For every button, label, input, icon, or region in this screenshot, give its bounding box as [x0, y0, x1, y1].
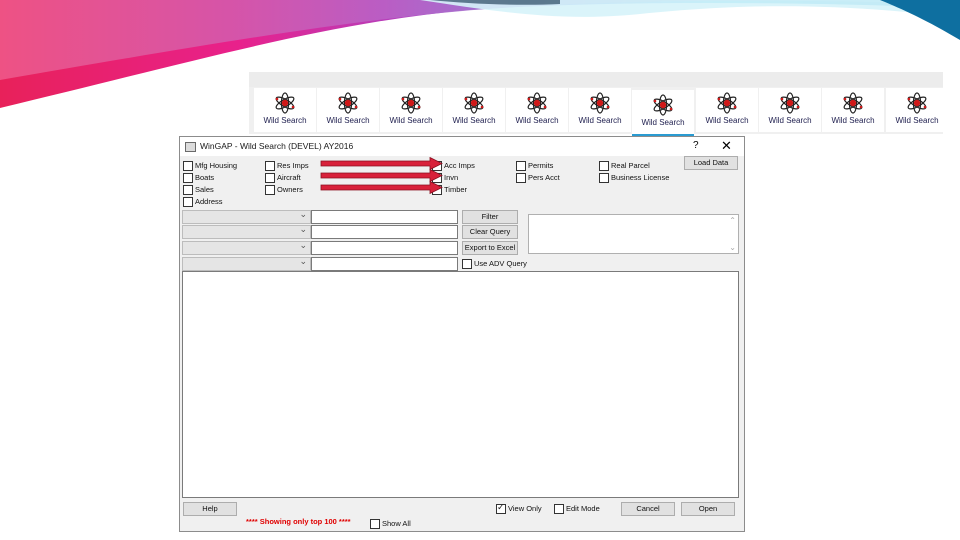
arrow-to-timber — [320, 180, 443, 195]
window-title: WinGAP - Wild Search (DEVEL) AY2016 — [200, 141, 354, 151]
arrow-to-acc-imps — [320, 157, 443, 171]
atom-icon — [527, 92, 547, 114]
field-select-2[interactable]: ⌄ — [182, 224, 311, 239]
wild-search-tab[interactable]: Wild Search — [506, 88, 568, 132]
chevron-down-icon: ⌄ — [299, 224, 307, 234]
atom-icon — [717, 92, 737, 114]
checkbox-label: Acc Imps — [444, 161, 475, 170]
checkbox-label: Aircraft — [277, 173, 301, 182]
wild-search-tab[interactable]: Wild Search — [317, 88, 379, 132]
checkbox-label: Res Imps — [277, 161, 309, 170]
wild-search-tab[interactable]: Wild Search — [632, 90, 694, 136]
load-data-button[interactable]: Load Data — [684, 156, 738, 170]
wild-search-tab[interactable]: Wild Search — [759, 88, 821, 132]
cancel-button[interactable]: Cancel — [621, 502, 675, 516]
checkbox-label: Address — [195, 197, 223, 206]
filter-button[interactable]: Filter — [462, 210, 518, 224]
tab-label: Wild Search — [768, 116, 812, 125]
wild-search-tab[interactable]: Wild Search — [696, 88, 758, 132]
tab-label: Wild Search — [895, 116, 939, 125]
query-input-4[interactable] — [311, 257, 458, 271]
query-input-1[interactable] — [311, 210, 458, 224]
scroll-up-icon[interactable]: ⌃ — [729, 216, 736, 225]
tab-label: Wild Search — [515, 116, 559, 125]
atom-icon — [401, 92, 421, 114]
atom-icon — [907, 92, 927, 114]
wild-search-tab[interactable]: Wild Search — [822, 88, 884, 132]
app-icon — [185, 142, 196, 152]
checkbox-label: View Only — [508, 504, 542, 513]
atom-icon — [843, 92, 863, 114]
close-icon[interactable]: ✕ — [721, 138, 732, 154]
wild-search-tab[interactable]: Wild Search — [380, 88, 442, 132]
checkbox-label: Mfg Housing — [195, 161, 238, 170]
tab-label: Wild Search — [578, 116, 622, 125]
tab-label: Wild Search — [263, 116, 307, 125]
atom-icon — [590, 92, 610, 114]
wild-search-dialog: WinGAP - Wild Search (DEVEL) AY2016 ? ✕ … — [179, 136, 745, 532]
atom-icon — [653, 94, 673, 116]
checkbox-label: Real Parcel — [611, 161, 650, 170]
checkbox-label: Timber — [444, 185, 468, 194]
query-input-2[interactable] — [311, 225, 458, 239]
help-icon[interactable]: ? — [693, 140, 699, 151]
tab-label: Wild Search — [831, 116, 875, 125]
tab-label: Wild Search — [705, 116, 749, 125]
annotation-arrows — [320, 157, 443, 195]
export-to-excel-button[interactable]: Export to Excel — [462, 241, 518, 255]
checkbox-label: Owners — [277, 185, 303, 194]
checkbox-label: Sales — [195, 185, 214, 194]
clear-query-button[interactable]: Clear Query — [462, 225, 518, 239]
wild-search-tab-strip: Wild Search Wild Search Wild Search Wild Se… — [249, 72, 948, 136]
wild-search-tab[interactable]: Wild Search — [254, 88, 316, 132]
atom-icon — [338, 92, 358, 114]
chevron-down-icon: ⌄ — [299, 256, 307, 266]
wild-search-tab[interactable]: Wild Search — [443, 88, 505, 132]
atom-icon — [275, 92, 295, 114]
checkbox-label: Edit Mode — [566, 504, 600, 513]
checkbox-label: Use ADV Query — [474, 259, 527, 268]
atom-icon — [780, 92, 800, 114]
checkbox-label: Boats — [195, 173, 215, 182]
field-select-1[interactable]: ⌄ — [182, 209, 311, 224]
chevron-down-icon: ⌄ — [299, 209, 307, 219]
tab-strip-header — [249, 72, 943, 87]
wild-search-tab[interactable]: Wild Search — [569, 88, 631, 132]
tab-label: Wild Search — [326, 116, 370, 125]
status-message: **** Showing only top 100 **** — [246, 517, 351, 526]
chevron-down-icon: ⌄ — [299, 240, 307, 250]
help-button[interactable]: Help — [183, 502, 237, 516]
query-input-3[interactable] — [311, 241, 458, 255]
query-text-area[interactable]: ⌃ ⌄ — [528, 214, 739, 254]
checkmark-icon — [496, 502, 506, 514]
results-grid[interactable] — [182, 271, 739, 498]
arrow-to-invn — [320, 168, 443, 183]
tab-label: Wild Search — [641, 118, 685, 127]
checkbox-label: Pers Acct — [528, 173, 560, 182]
checkbox-label: Invn — [444, 173, 459, 182]
checkbox-label: Business License — [611, 173, 670, 182]
scroll-down-icon[interactable]: ⌄ — [729, 243, 736, 252]
title-bar: WinGAP - Wild Search (DEVEL) AY2016 ? ✕ — [180, 137, 744, 156]
wild-search-tab[interactable]: Wild Search — [886, 88, 948, 132]
checkbox-label: Show All — [382, 519, 411, 528]
tab-label: Wild Search — [389, 116, 433, 125]
atom-icon — [464, 92, 484, 114]
tab-label: Wild Search — [452, 116, 496, 125]
checkbox-label: Permits — [528, 161, 554, 170]
field-select-3[interactable]: ⌄ — [182, 240, 311, 255]
open-button[interactable]: Open — [681, 502, 735, 516]
field-select-4[interactable]: ⌄ — [182, 256, 311, 271]
